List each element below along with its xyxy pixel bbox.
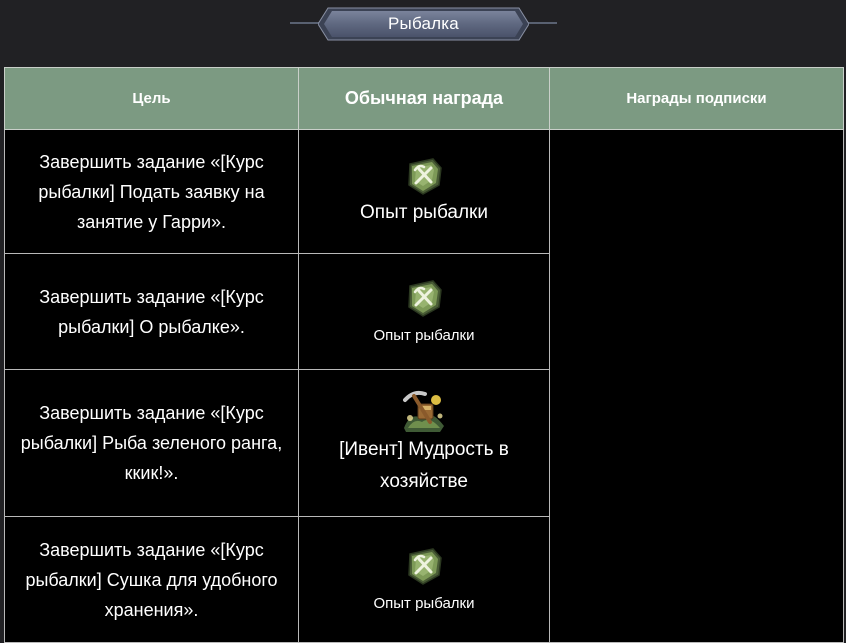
banner-divider-left — [290, 22, 320, 24]
reward-cell: Опыт рыбалки — [298, 516, 550, 643]
household-wisdom-icon — [403, 390, 444, 432]
goal-cell: Завершить задание «[Курс рыбалки] Рыба з… — [4, 369, 299, 517]
column-header-goal: Цель — [4, 67, 299, 130]
table-header-row: Цель Обычная награда Награды подписки — [4, 67, 844, 130]
fishing-exp-icon — [408, 547, 442, 585]
reward-label: Опыт рыбалки — [360, 201, 488, 223]
column-header-subscription-reward: Награды подписки — [549, 67, 844, 130]
reward-cell: Опыт рыбалки — [298, 129, 550, 254]
reward-label: Опыт рыбалки — [373, 326, 475, 344]
rewards-table: Цель Обычная награда Награды подписки За… — [4, 67, 844, 643]
section-banner: Рыбалка — [0, 0, 846, 50]
fishing-exp-icon — [408, 279, 442, 317]
banner-divider-right — [527, 22, 557, 24]
goal-cell: Завершить задание «[Курс рыбалки] Подать… — [4, 129, 299, 254]
goal-cell: Завершить задание «[Курс рыбалки] Сушка … — [4, 516, 299, 643]
reward-cell: Опыт рыбалки — [298, 253, 550, 370]
column-header-normal-reward: Обычная награда — [298, 67, 550, 130]
table-row: Завершить задание «[Курс рыбалки] Подать… — [4, 129, 844, 643]
reward-cell: [Ивент] Мудрость в хозяйстве — [298, 369, 550, 517]
reward-label: Опыт рыбалки — [373, 594, 475, 612]
subscription-reward-cell — [549, 129, 844, 643]
goal-cell: Завершить задание «[Курс рыбалки] О рыба… — [4, 253, 299, 370]
banner-title: Рыбалка — [388, 14, 459, 33]
fishing-exp-icon — [408, 157, 442, 195]
reward-label: [Ивент] Мудрость в хозяйстве — [339, 439, 509, 492]
